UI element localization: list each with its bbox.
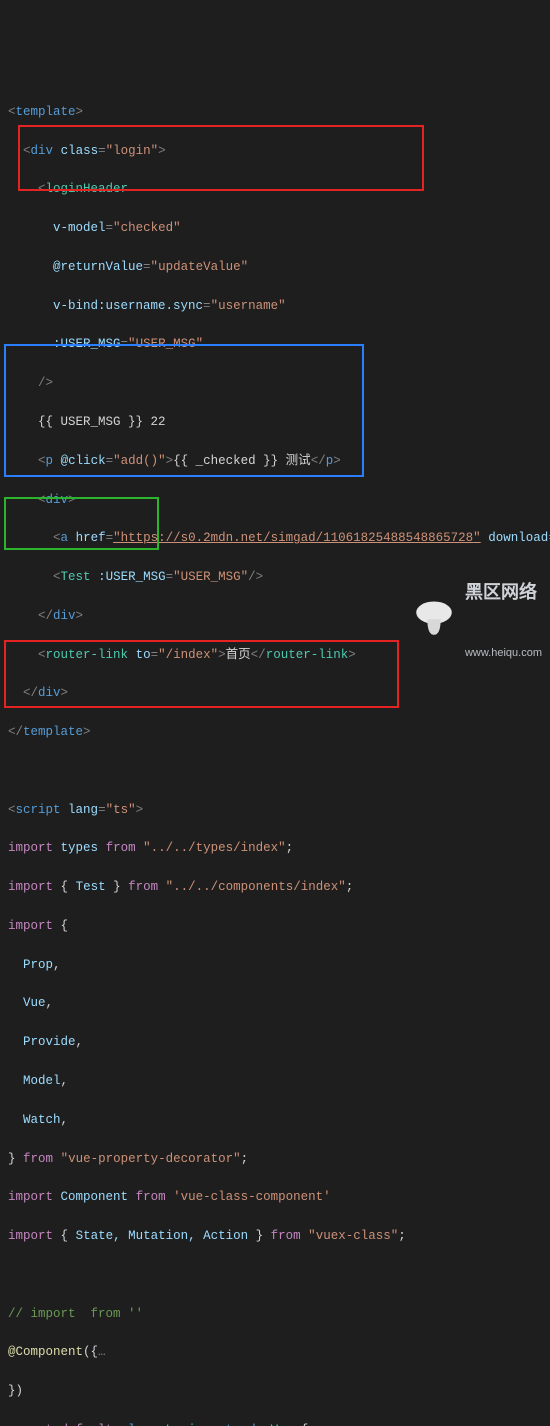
code-line: @returnValue="updateValue" — [8, 258, 542, 277]
code-line: {{ USER_MSG }} 22 — [8, 413, 542, 432]
code-line: Model, — [8, 1072, 542, 1091]
code-line: <a href="https://s0.2mdn.net/simgad/1106… — [8, 529, 542, 548]
code-line: Prop, — [8, 956, 542, 975]
code-editor[interactable]: <template> <div class="login"> <loginHea… — [0, 78, 550, 1426]
code-line: <p @click="add()">{{ _checked }} 测试</p> — [8, 452, 542, 471]
code-line: }) — [8, 1382, 542, 1401]
code-line: :USER_MSG="USER_MSG" — [8, 335, 542, 354]
code-line: <loginHeader — [8, 180, 542, 199]
code-line: Provide, — [8, 1033, 542, 1052]
code-line: <div> — [8, 491, 542, 510]
code-line: v-model="checked" — [8, 219, 542, 238]
code-line — [8, 1266, 542, 1285]
code-line: <template> — [8, 103, 542, 122]
code-line: <div class="login"> — [8, 142, 542, 161]
code-line: Watch, — [8, 1111, 542, 1130]
code-line: v-bind:username.sync="username" — [8, 297, 542, 316]
code-line: Vue, — [8, 994, 542, 1013]
code-line: @Component({… — [8, 1343, 542, 1362]
code-line: import types from "../../types/index"; — [8, 839, 542, 858]
code-line: } from "vue-property-decorator"; — [8, 1150, 542, 1169]
code-line: import { State, Mutation, Action } from … — [8, 1227, 542, 1246]
code-line: export default class Login extends Vue { — [8, 1421, 542, 1426]
code-line: import { Test } from "../../components/i… — [8, 878, 542, 897]
code-line: </template> — [8, 723, 542, 742]
code-line: <Test :USER_MSG="USER_MSG"/> — [8, 568, 542, 587]
code-line: // import from '' — [8, 1305, 542, 1324]
code-line: </div> — [8, 607, 542, 626]
code-line: /> — [8, 374, 542, 393]
code-line — [8, 762, 542, 781]
code-line: </div> — [8, 684, 542, 703]
code-line: import Component from 'vue-class-compone… — [8, 1188, 542, 1207]
code-line: <script lang="ts"> — [8, 801, 542, 820]
code-line: <router-link to="/index">首页</router-link… — [8, 646, 542, 665]
code-line: import { — [8, 917, 542, 936]
